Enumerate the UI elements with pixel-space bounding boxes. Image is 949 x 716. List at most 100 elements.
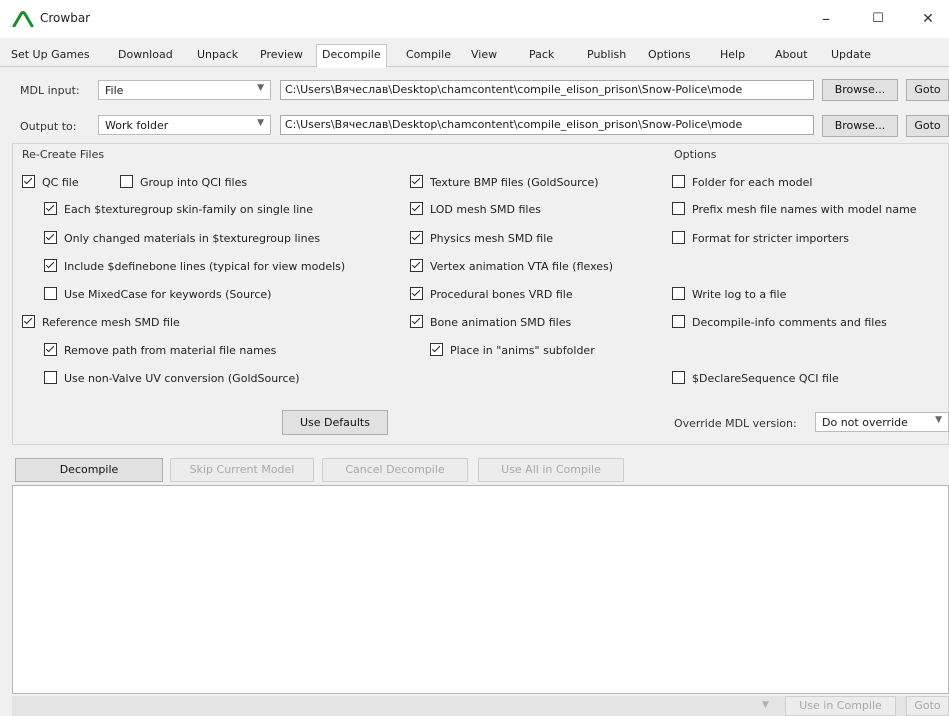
mixedcase-label: Use MixedCase for keywords (Source) <box>64 288 272 301</box>
tab-download[interactable]: Download <box>118 48 173 61</box>
checkbox-checked-icon <box>410 315 423 328</box>
anims-subfolder-checkbox[interactable]: Place in "anims" subfolder <box>430 343 595 357</box>
cancel-decompile-button[interactable]: Cancel Decompile <box>322 458 468 482</box>
qc-file-label: QC file <box>42 176 79 189</box>
tab-set-up-games[interactable]: Set Up Games <box>11 48 90 61</box>
checkbox-checked-icon <box>44 259 57 272</box>
procedural-bones-label: Procedural bones VRD file <box>430 288 573 301</box>
prefix-mesh-checkbox[interactable]: Prefix mesh file names with model name <box>672 202 917 216</box>
output-to-browse-button[interactable]: Browse... <box>822 115 898 137</box>
chevron-down-icon: ▼ <box>935 415 942 425</box>
output-to-goto-button[interactable]: Goto <box>906 115 949 137</box>
tab-pack[interactable]: Pack <box>529 48 554 61</box>
output-to-select[interactable]: Work folder ▼ <box>98 115 271 135</box>
checkbox-unchecked-icon <box>120 175 133 188</box>
tab-unpack[interactable]: Unpack <box>197 48 238 61</box>
lod-mesh-checkbox[interactable]: LOD mesh SMD files <box>410 202 541 216</box>
stricter-importers-label: Format for stricter importers <box>692 232 849 245</box>
override-mdl-version-select[interactable]: Do not override ▼ <box>815 412 949 432</box>
crowbar-logo-icon <box>12 11 34 27</box>
checkbox-checked-icon <box>410 259 423 272</box>
close-button[interactable]: ✕ <box>908 6 948 32</box>
group-qci-label: Group into QCI files <box>140 176 248 189</box>
title-bar: Crowbar – ☐ ✕ <box>0 0 949 38</box>
mdl-input-path-field[interactable]: C:\Users\Вячеслав\Desktop\chamcontent\co… <box>280 80 814 100</box>
chevron-down-icon: ▼ <box>257 83 264 93</box>
bone-anim-checkbox[interactable]: Bone animation SMD files <box>410 315 571 329</box>
texture-bmp-checkbox[interactable]: Texture BMP files (GoldSource) <box>410 175 599 189</box>
remove-path-checkbox[interactable]: Remove path from material file names <box>44 343 276 357</box>
vertex-anim-checkbox[interactable]: Vertex animation VTA file (flexes) <box>410 259 613 273</box>
only-changed-materials-checkbox[interactable]: Only changed materials in $texturegroup … <box>44 231 320 245</box>
bottom-goto-button[interactable]: Goto <box>906 696 949 716</box>
lod-mesh-label: LOD mesh SMD files <box>430 203 541 216</box>
checkbox-checked-icon <box>410 202 423 215</box>
tab-strip: Set Up Games Download Unpack Preview Dec… <box>0 44 949 68</box>
output-to-label: Output to: <box>20 120 77 133</box>
checkbox-unchecked-icon <box>672 231 685 244</box>
skip-current-model-button[interactable]: Skip Current Model <box>170 458 314 482</box>
use-all-in-compile-button[interactable]: Use All in Compile <box>478 458 624 482</box>
physics-mesh-checkbox[interactable]: Physics mesh SMD file <box>410 231 553 245</box>
non-valve-uv-checkbox[interactable]: Use non-Valve UV conversion (GoldSource) <box>44 371 300 385</box>
checkbox-checked-icon <box>44 343 57 356</box>
checkbox-unchecked-icon <box>672 175 685 188</box>
decompile-info-checkbox[interactable]: Decompile-info comments and files <box>672 315 887 329</box>
checkbox-checked-icon <box>22 315 35 328</box>
chevron-down-icon: ▼ <box>257 118 264 128</box>
checkbox-checked-icon <box>410 175 423 188</box>
tab-about[interactable]: About <box>775 48 808 61</box>
minimize-button[interactable]: – <box>806 6 846 32</box>
output-to-path-field[interactable]: C:\Users\Вячеслав\Desktop\chamcontent\co… <box>280 115 814 135</box>
mdl-input-goto-button[interactable]: Goto <box>906 79 949 101</box>
checkbox-checked-icon <box>410 287 423 300</box>
declare-sequence-checkbox[interactable]: $DeclareSequence QCI file <box>672 371 839 385</box>
tab-view[interactable]: View <box>471 48 497 61</box>
output-log[interactable] <box>12 485 949 694</box>
tab-update[interactable]: Update <box>831 48 871 61</box>
decompile-button[interactable]: Decompile <box>15 458 163 482</box>
reference-mesh-label: Reference mesh SMD file <box>42 316 180 329</box>
anims-subfolder-label: Place in "anims" subfolder <box>450 344 595 357</box>
decompile-info-label: Decompile-info comments and files <box>692 316 887 329</box>
checkbox-unchecked-icon <box>672 371 685 384</box>
use-defaults-button[interactable]: Use Defaults <box>282 410 388 435</box>
group-qci-checkbox[interactable]: Group into QCI files <box>120 175 247 189</box>
checkbox-checked-icon <box>44 202 57 215</box>
chevron-down-icon: ▼ <box>762 700 769 710</box>
checkbox-checked-icon <box>22 175 35 188</box>
texture-bmp-label: Texture BMP files (GoldSource) <box>430 176 599 189</box>
mdl-input-browse-button[interactable]: Browse... <box>822 79 898 101</box>
output-to-select-value: Work folder <box>105 119 169 132</box>
non-valve-uv-label: Use non-Valve UV conversion (GoldSource) <box>64 372 300 385</box>
window-title: Crowbar <box>40 11 91 25</box>
options-title: Options <box>672 148 719 161</box>
mdl-input-select[interactable]: File ▼ <box>98 80 271 100</box>
tab-options[interactable]: Options <box>648 48 690 61</box>
tab-publish[interactable]: Publish <box>587 48 626 61</box>
write-log-label: Write log to a file <box>692 288 787 301</box>
mdl-input-label: MDL input: <box>20 84 80 97</box>
texturegroup-single-line-label: Each $texturegroup skin-family on single… <box>64 203 314 216</box>
declare-sequence-label: $DeclareSequence QCI file <box>692 372 839 385</box>
prefix-mesh-label: Prefix mesh file names with model name <box>692 203 917 216</box>
mixedcase-checkbox[interactable]: Use MixedCase for keywords (Source) <box>44 287 271 301</box>
use-in-compile-button[interactable]: Use in Compile <box>785 696 896 716</box>
folder-each-model-checkbox[interactable]: Folder for each model <box>672 175 812 189</box>
vertex-anim-label: Vertex animation VTA file (flexes) <box>430 260 614 273</box>
physics-mesh-label: Physics mesh SMD file <box>430 232 554 245</box>
definebone-lines-checkbox[interactable]: Include $definebone lines (typical for v… <box>44 259 345 273</box>
tab-preview[interactable]: Preview <box>260 48 303 61</box>
write-log-checkbox[interactable]: Write log to a file <box>672 287 786 301</box>
stricter-importers-checkbox[interactable]: Format for stricter importers <box>672 231 849 245</box>
tab-decompile[interactable]: Decompile <box>316 44 387 68</box>
maximize-button[interactable]: ☐ <box>858 6 898 32</box>
recreate-files-title: Re-Create Files <box>20 148 107 161</box>
qc-file-checkbox[interactable]: QC file <box>22 175 79 189</box>
texturegroup-single-line-checkbox[interactable]: Each $texturegroup skin-family on single… <box>44 202 313 216</box>
checkbox-unchecked-icon <box>672 315 685 328</box>
tab-compile[interactable]: Compile <box>406 48 451 61</box>
tab-help[interactable]: Help <box>720 48 745 61</box>
procedural-bones-checkbox[interactable]: Procedural bones VRD file <box>410 287 573 301</box>
reference-mesh-checkbox[interactable]: Reference mesh SMD file <box>22 315 180 329</box>
